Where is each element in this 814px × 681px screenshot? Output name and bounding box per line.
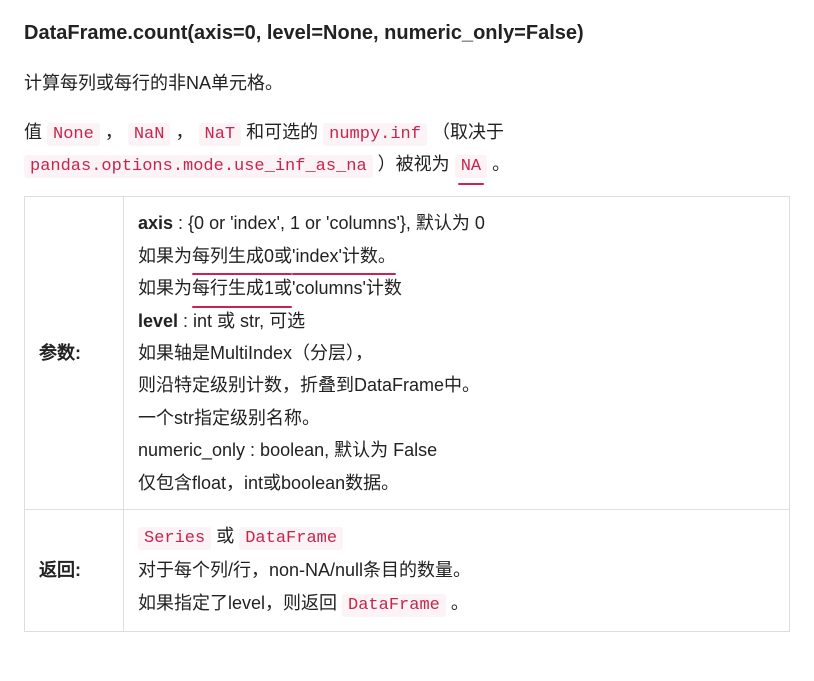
underlined-na: NA [455,149,487,182]
param-type: : int 或 str, 可选 [178,311,305,331]
param-level: level : int 或 str, 可选 [138,305,775,337]
text: 。 [492,154,510,174]
text: 如果为 [138,278,192,298]
param-axis: axis : {0 or 'index', 1 or 'columns'}, 默… [138,207,775,239]
table-row: 返回: Series 或 DataFrame 对于每个列/行，non-NA/nu… [25,509,790,632]
returns-cell: Series 或 DataFrame 对于每个列/行，non-NA/null条目… [124,509,790,632]
text: ， [175,122,193,142]
underlined-text: 每行生成1或 [192,272,292,304]
param-type: : {0 or 'index', 1 or 'columns'}, 默认为 0 [173,213,485,233]
text: 和可选的 [246,122,323,142]
text: 如果指定了level，则返回 [138,593,342,613]
method-signature: DataFrame.count(axis=0, level=None, nume… [24,16,790,50]
param-name: axis [138,213,173,233]
text: ， [105,122,123,142]
na-description: 值 None ， NaN ， NaT 和可选的 numpy.inf （取决于 p… [24,117,790,183]
underlined-text: 每列生成0或 [192,240,292,272]
param-level-desc2: 则沿特定级别计数，折叠到DataFrame中。 [138,369,775,401]
param-axis-desc1: 如果为每列生成0或'index'计数。 [138,240,775,272]
params-label: 参数: [25,197,124,510]
code-none: None [47,123,100,146]
code-nan: NaN [128,123,171,146]
param-numeric-only-desc: 仅包含float，int或boolean数据。 [138,467,775,499]
params-table: 参数: axis : {0 or 'index', 1 or 'columns'… [24,196,790,632]
param-level-desc3: 一个str指定级别名称。 [138,402,775,434]
code-dataframe: DataFrame [239,527,343,550]
underlined-text: 'index'计数。 [292,240,396,272]
code-pandas-option: pandas.options.mode.use_inf_as_na [24,155,373,178]
returns-desc2: 如果指定了level，则返回 DataFrame 。 [138,587,775,622]
param-level-desc1: 如果轴是MultiIndex（分层）， [138,337,775,369]
text: 'columns'计数 [292,278,402,298]
text: 如果为 [138,246,192,266]
params-cell: axis : {0 or 'index', 1 or 'columns'}, 默… [124,197,790,510]
code-dataframe: DataFrame [342,594,446,617]
table-row: 参数: axis : {0 or 'index', 1 or 'columns'… [25,197,790,510]
param-name: level [138,311,178,331]
param-axis-desc2: 如果为每行生成1或'columns'计数 [138,272,775,304]
text: 。 [446,593,469,613]
summary-text: 计算每列或每行的非NA单元格。 [24,68,790,99]
code-nat: NaT [199,123,242,146]
returns-type: Series 或 DataFrame [138,520,775,555]
text: 值 [24,122,47,142]
param-numeric-only: numeric_only : boolean, 默认为 False [138,434,775,466]
text: ）被视为 [378,154,455,174]
code-na: NA [455,155,487,178]
code-series: Series [138,527,211,550]
returns-desc1: 对于每个列/行，non-NA/null条目的数量。 [138,554,775,586]
text: （取决于 [432,122,504,142]
text: 或 [211,526,239,546]
returns-label: 返回: [25,509,124,632]
code-numpy-inf: numpy.inf [323,123,427,146]
